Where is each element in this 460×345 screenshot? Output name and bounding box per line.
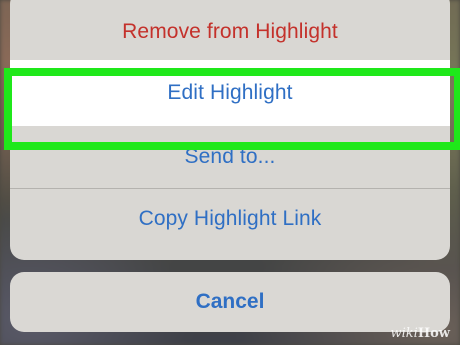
wikihow-watermark: wikiHow xyxy=(390,326,450,341)
send-to-button[interactable]: Send to... xyxy=(10,126,450,188)
edit-highlight-button[interactable]: Edit Highlight xyxy=(10,60,450,126)
cancel-button[interactable]: Cancel xyxy=(10,272,450,332)
remove-from-highlight-button[interactable]: Remove from Highlight xyxy=(10,0,450,63)
action-sheet: Remove from Highlight Edit Highlight Sen… xyxy=(10,0,450,260)
copy-highlight-link-button[interactable]: Copy Highlight Link xyxy=(10,188,450,250)
